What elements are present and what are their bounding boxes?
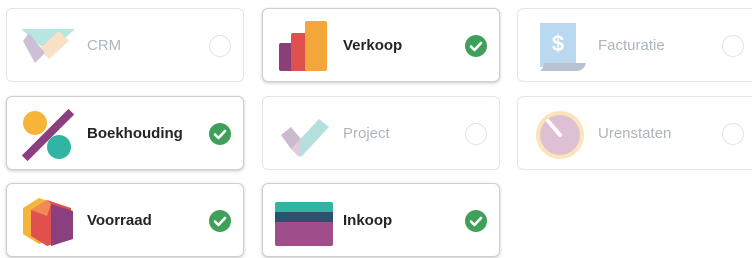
app-card-boekhouding[interactable]: Boekhouding [6,96,244,170]
app-label: Verkoop [343,37,403,54]
app-card-verkoop[interactable]: Verkoop [262,8,500,82]
app-card-inkoop[interactable]: Inkoop [262,183,500,257]
project-icon [275,107,333,161]
app-card-urenstaten[interactable]: Urenstaten [517,96,752,170]
sales-icon [275,19,333,73]
app-card-crm[interactable]: CRM [6,8,244,82]
crm-icon [19,19,77,73]
checkbox[interactable] [209,35,231,57]
app-label: Boekhouding [87,125,183,142]
app-card-project[interactable]: Project [262,96,500,170]
check-icon[interactable] [465,35,487,57]
timesheets-icon [530,107,588,161]
app-label: Inkoop [343,212,393,229]
app-label: CRM [87,37,122,54]
checkbox[interactable] [722,35,744,57]
checkbox[interactable] [722,123,744,145]
app-label: Project [343,125,390,142]
inventory-icon [19,194,77,248]
svg-text:$: $ [552,31,564,56]
app-label: Urenstaten [598,125,672,142]
accounting-icon [19,107,77,162]
invoicing-icon: $ [530,19,588,73]
app-label: Facturatie [598,37,665,54]
purchase-icon [275,194,333,248]
check-icon[interactable] [209,123,231,145]
app-label: Voorraad [87,212,152,229]
checkbox[interactable] [465,123,487,145]
check-icon[interactable] [465,210,487,232]
app-card-facturatie[interactable]: $ Facturatie [517,8,752,82]
app-card-voorraad[interactable]: Voorraad [6,183,244,257]
check-icon[interactable] [209,210,231,232]
